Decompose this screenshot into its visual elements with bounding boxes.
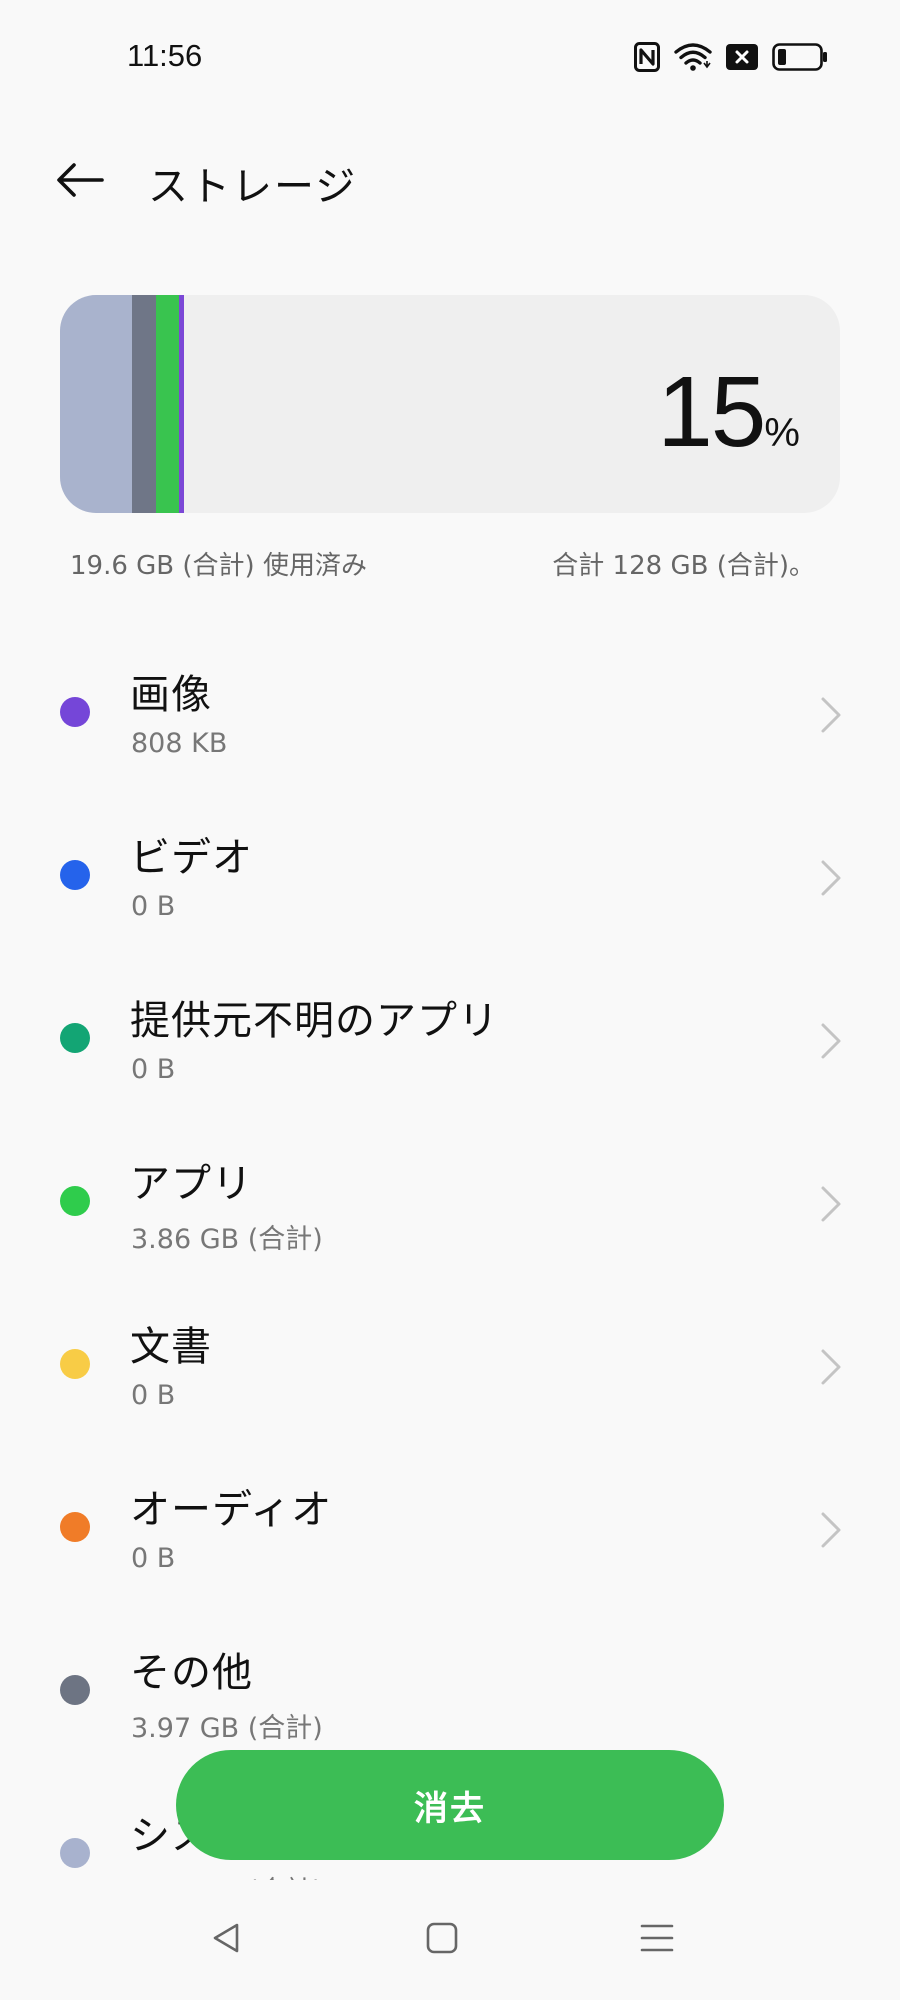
category-size: 808 KB <box>131 728 228 759</box>
category-name: ビデオ <box>130 835 253 881</box>
usage-percent-symbol: % <box>764 411 800 455</box>
clear-button[interactable]: 消去 <box>176 1750 724 1860</box>
nav-home-button[interactable] <box>402 1900 482 1980</box>
category-color-dot <box>60 1838 90 1868</box>
storage-usage-bar: 15% <box>60 295 840 513</box>
used-storage-label: 19.6 GB (合計) 使用済み <box>70 551 367 581</box>
nav-back-button[interactable] <box>186 1900 266 1980</box>
nfc-icon <box>634 42 660 72</box>
usage-segment-apps <box>156 295 179 513</box>
status-clock: 11:56 <box>127 38 203 73</box>
navigation-bar <box>0 1880 900 2000</box>
chevron-right-icon <box>820 1511 842 1553</box>
category-color-dot <box>60 860 90 890</box>
back-button[interactable] <box>48 154 112 210</box>
category-item[interactable]: アプリ 3.86 GB (合計) <box>0 1139 900 1302</box>
category-color-dot <box>60 1023 90 1053</box>
nav-menu-icon <box>639 1921 675 1959</box>
status-bar: 11:56 <box>0 0 900 115</box>
chevron-right-icon <box>820 696 842 738</box>
category-name: 提供元不明のアプリ <box>130 998 499 1044</box>
category-size: 0 B <box>131 1054 176 1085</box>
category-color-dot <box>60 1349 90 1379</box>
category-name: 画像 <box>130 672 212 718</box>
category-name: オーディオ <box>130 1487 333 1533</box>
usage-segment-images <box>179 295 184 513</box>
category-color-dot <box>60 1675 90 1705</box>
nav-menu-button[interactable] <box>617 1900 697 1980</box>
chevron-right-icon <box>820 1185 842 1227</box>
usage-segment-other <box>132 295 156 513</box>
category-item[interactable]: 提供元不明のアプリ 0 B <box>0 976 900 1139</box>
category-size: 0 B <box>131 1380 176 1411</box>
usage-segment-system <box>60 295 132 513</box>
category-size: 3.97 GB (合計) <box>131 1713 323 1744</box>
category-item[interactable]: 画像 808 KB <box>0 650 900 813</box>
category-name: アプリ <box>130 1161 253 1207</box>
category-item[interactable]: オーディオ 0 B <box>0 1465 900 1628</box>
battery-low-icon <box>772 43 828 71</box>
nav-back-icon <box>209 1921 243 1959</box>
chevron-right-icon <box>820 1348 842 1390</box>
status-icons <box>634 40 828 74</box>
page-title: ストレージ <box>148 164 358 210</box>
category-color-dot <box>60 1512 90 1542</box>
category-size: 3.86 GB (合計) <box>131 1224 323 1255</box>
chevron-right-icon <box>820 1022 842 1064</box>
category-size: 0 B <box>131 891 176 922</box>
arrow-left-icon <box>56 162 104 202</box>
sim-off-icon <box>726 44 758 70</box>
app-header: ストレージ <box>0 140 900 220</box>
category-color-dot <box>60 1186 90 1216</box>
category-name: その他 <box>130 1650 253 1696</box>
category-color-dot <box>60 697 90 727</box>
chevron-right-icon <box>820 859 842 901</box>
usage-percent: 15% <box>657 355 800 470</box>
usage-percent-value: 15 <box>657 356 766 468</box>
category-size: 0 B <box>131 1543 176 1574</box>
category-name: 文書 <box>130 1324 212 1370</box>
category-item[interactable]: 文書 0 B <box>0 1302 900 1465</box>
category-item[interactable]: ビデオ 0 B <box>0 813 900 976</box>
total-storage-label: 合計 128 GB (合計)。 <box>552 551 815 581</box>
wifi-icon <box>674 42 712 72</box>
nav-home-icon <box>425 1921 459 1959</box>
